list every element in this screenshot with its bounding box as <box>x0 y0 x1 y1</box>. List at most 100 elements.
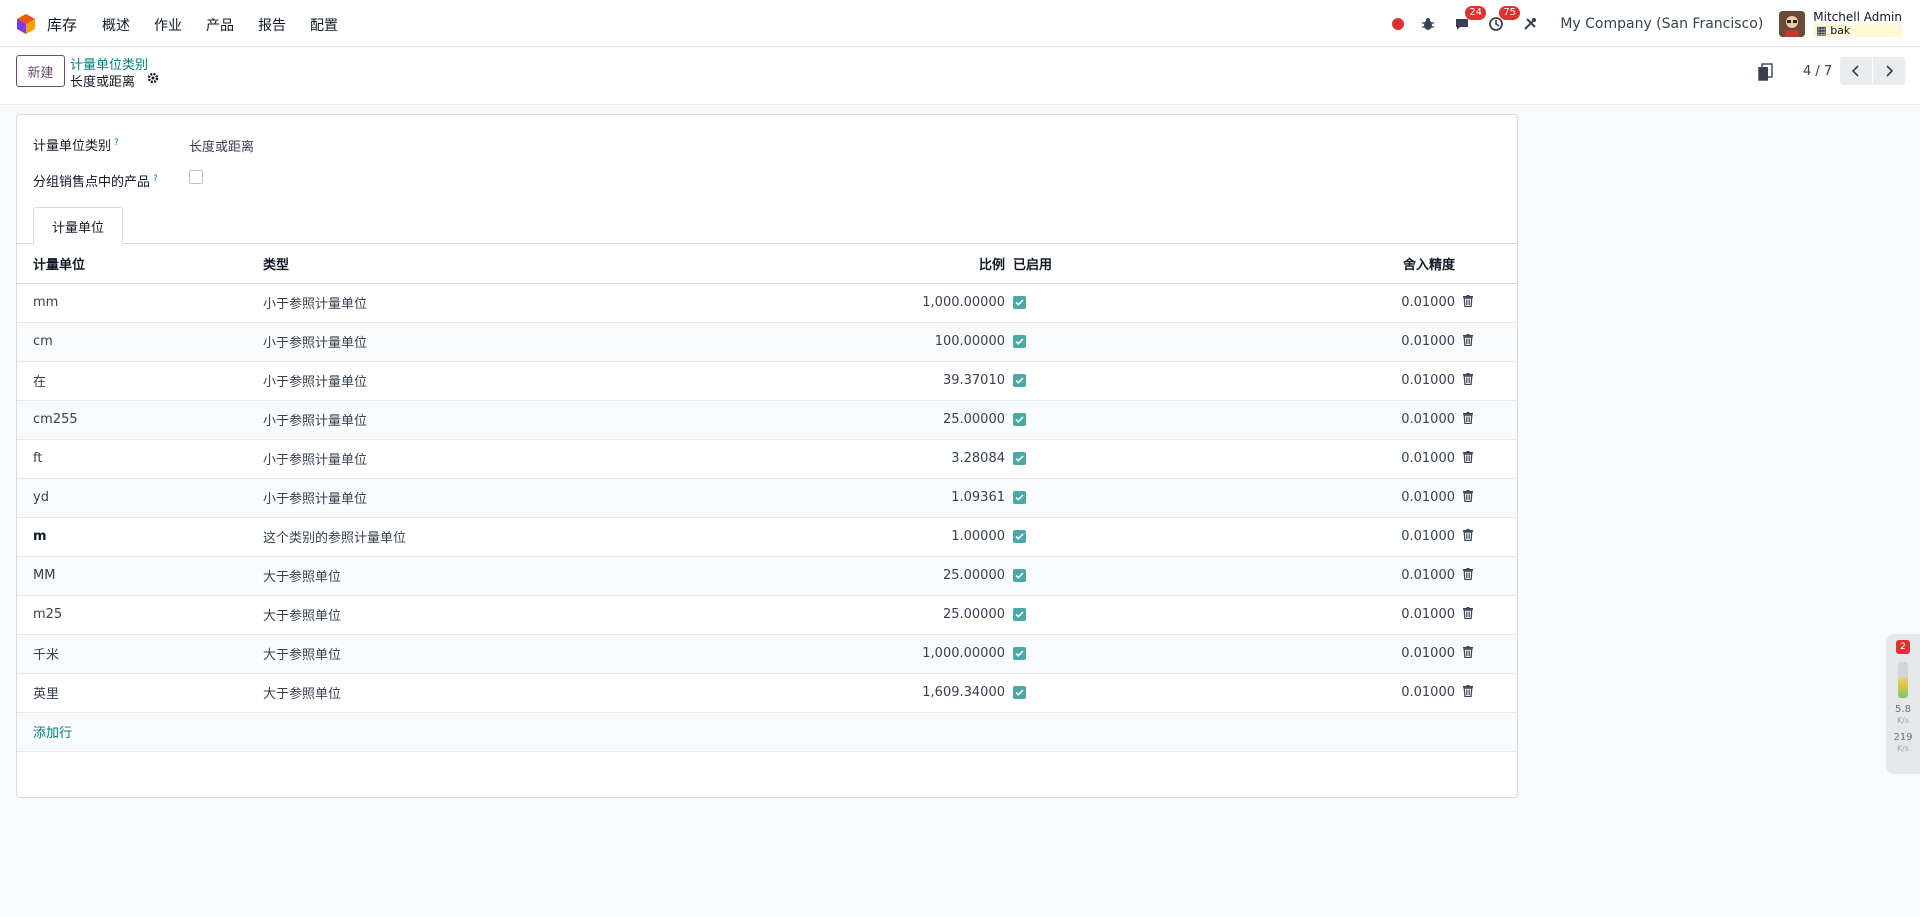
checkbox-checked-icon[interactable] <box>1013 491 1026 504</box>
uom-ratio-cell[interactable]: 1.09361 <box>783 478 1013 518</box>
uom-ratio-cell[interactable]: 3.28084 <box>783 439 1013 479</box>
uom-ratio-cell[interactable]: 1,000.00000 <box>783 283 1013 323</box>
uom-rounding-cell[interactable]: 0.01000 <box>1073 634 1463 674</box>
uom-name-cell[interactable]: 英里 <box>17 673 263 713</box>
uom-type-cell[interactable]: 这个类别的参照计量单位 <box>263 517 783 557</box>
uom-rounding-cell[interactable]: 0.01000 <box>1073 283 1463 323</box>
gear-icon[interactable] <box>147 72 159 84</box>
table-row[interactable]: 英里 大于参照单位 1,609.34000 0.01000 <box>17 673 1517 713</box>
menu-item-products[interactable]: 产品 <box>206 15 234 35</box>
uom-rounding-cell[interactable]: 0.01000 <box>1073 400 1463 440</box>
uom-type-cell[interactable]: 小于参照计量单位 <box>263 478 783 518</box>
column-header-ratio[interactable]: 比例 <box>783 245 1013 284</box>
uom-name-cell[interactable]: 千米 <box>17 634 263 674</box>
trash-icon[interactable] <box>1463 528 1473 541</box>
table-row[interactable]: cm255 小于参照计量单位 25.00000 0.01000 <box>17 400 1517 440</box>
trash-icon[interactable] <box>1463 333 1473 346</box>
pager-next-button[interactable] <box>1873 57 1905 85</box>
category-field[interactable]: 长度或距离 <box>189 136 254 155</box>
company-switcher[interactable]: My Company (San Francisco) <box>1560 16 1763 32</box>
trash-icon[interactable] <box>1463 567 1473 580</box>
trash-icon[interactable] <box>1463 606 1473 619</box>
uom-type-cell[interactable]: 大于参照单位 <box>263 595 783 635</box>
uom-type-cell[interactable]: 大于参照单位 <box>263 556 783 596</box>
trash-icon[interactable] <box>1463 372 1473 385</box>
checkbox-checked-icon[interactable] <box>1013 569 1026 582</box>
user-avatar[interactable] <box>1779 10 1806 37</box>
network-speed-widget[interactable]: 2 5.8 K/s 219 K/s <box>1886 634 1920 774</box>
new-button[interactable]: 新建 <box>16 55 65 87</box>
table-row[interactable]: mm 小于参照计量单位 1,000.00000 0.01000 <box>17 283 1517 323</box>
uom-active-cell[interactable] <box>1013 439 1073 479</box>
uom-active-cell[interactable] <box>1013 556 1073 596</box>
uom-rounding-cell[interactable]: 0.01000 <box>1073 673 1463 713</box>
table-row[interactable]: 在小于参照计量单位 39.37010 0.01000 <box>17 361 1517 401</box>
add-line-link[interactable]: 添加行 <box>17 712 1517 752</box>
uom-type-cell[interactable]: 大于参照单位 <box>263 634 783 674</box>
table-row[interactable]: yd 小于参照计量单位 1.09361 0.01000 <box>17 478 1517 518</box>
uom-type-cell[interactable]: 小于参照计量单位 <box>263 322 783 362</box>
trash-icon[interactable] <box>1463 684 1473 697</box>
trash-icon[interactable] <box>1463 489 1473 502</box>
table-row[interactable]: ft 小于参照计量单位 3.28084 0.01000 <box>17 439 1517 479</box>
uom-rounding-cell[interactable]: 0.01000 <box>1073 517 1463 557</box>
uom-ratio-cell[interactable]: 39.37010 <box>783 361 1013 401</box>
table-row[interactable]: m25 大于参照单位 25.00000 0.01000 <box>17 595 1517 635</box>
pager-value[interactable]: 4 / 7 <box>1803 64 1832 79</box>
uom-active-cell[interactable] <box>1013 673 1073 713</box>
uom-active-cell[interactable] <box>1013 517 1073 557</box>
uom-active-cell[interactable] <box>1013 283 1073 323</box>
documents-icon[interactable] <box>1757 63 1773 81</box>
uom-name-cell[interactable]: m <box>17 517 263 557</box>
uom-rounding-cell[interactable]: 0.01000 <box>1073 478 1463 518</box>
uom-name-cell[interactable]: mm <box>17 283 263 323</box>
column-header-name[interactable]: 计量单位 <box>17 245 263 284</box>
trash-icon[interactable] <box>1463 645 1473 658</box>
menu-item-overview[interactable]: 概述 <box>102 15 130 35</box>
uom-rounding-cell[interactable]: 0.01000 <box>1073 361 1463 401</box>
uom-name-cell[interactable]: 在 <box>17 361 263 401</box>
uom-type-cell[interactable]: 小于参照计量单位 <box>263 283 783 323</box>
uom-active-cell[interactable] <box>1013 478 1073 518</box>
checkbox-checked-icon[interactable] <box>1013 452 1026 465</box>
column-header-rounding[interactable]: 舍入精度 <box>1073 245 1463 284</box>
menu-item-operations[interactable]: 作业 <box>154 15 182 35</box>
uom-type-cell[interactable]: 小于参照计量单位 <box>263 361 783 401</box>
table-row[interactable]: m 这个类别的参照计量单位 1.00000 0.01000 <box>17 517 1517 557</box>
uom-active-cell[interactable] <box>1013 361 1073 401</box>
checkbox-checked-icon[interactable] <box>1013 647 1026 660</box>
menu-item-reporting[interactable]: 报告 <box>258 15 286 35</box>
trash-icon[interactable] <box>1463 411 1473 424</box>
uom-type-cell[interactable]: 大于参照单位 <box>263 673 783 713</box>
tools-icon[interactable] <box>1520 14 1540 34</box>
uom-rounding-cell[interactable]: 0.01000 <box>1073 556 1463 596</box>
group-pos-checkbox[interactable] <box>189 170 203 184</box>
checkbox-checked-icon[interactable] <box>1013 608 1026 621</box>
uom-name-cell[interactable]: cm <box>17 322 263 362</box>
uom-ratio-cell[interactable]: 25.00000 <box>783 595 1013 635</box>
uom-name-cell[interactable]: m25 <box>17 595 263 635</box>
app-name[interactable]: 库存 <box>47 14 77 35</box>
checkbox-checked-icon[interactable] <box>1013 530 1026 543</box>
uom-name-cell[interactable]: ft <box>17 439 263 479</box>
uom-name-cell[interactable]: yd <box>17 478 263 518</box>
help-tooltip-icon[interactable]: ? <box>153 174 158 184</box>
uom-name-cell[interactable]: MM <box>17 556 263 596</box>
uom-name-cell[interactable]: cm255 <box>17 400 263 440</box>
checkbox-checked-icon[interactable] <box>1013 335 1026 348</box>
uom-active-cell[interactable] <box>1013 595 1073 635</box>
messages-icon[interactable]: 24 <box>1452 5 1487 34</box>
column-header-active[interactable]: 已启用 <box>1013 245 1073 284</box>
uom-rounding-cell[interactable]: 0.01000 <box>1073 322 1463 362</box>
uom-type-cell[interactable]: 小于参照计量单位 <box>263 400 783 440</box>
table-row[interactable]: cm 小于参照计量单位 100.00000 0.01000 <box>17 322 1517 362</box>
checkbox-checked-icon[interactable] <box>1013 296 1026 309</box>
column-header-type[interactable]: 类型 <box>263 245 783 284</box>
uom-ratio-cell[interactable]: 25.00000 <box>783 400 1013 440</box>
uom-ratio-cell[interactable]: 1,609.34000 <box>783 673 1013 713</box>
checkbox-checked-icon[interactable] <box>1013 686 1026 699</box>
tab-uom[interactable]: 计量单位 <box>33 207 123 245</box>
trash-icon[interactable] <box>1463 294 1473 307</box>
uom-type-cell[interactable]: 小于参照计量单位 <box>263 439 783 479</box>
checkbox-checked-icon[interactable] <box>1013 374 1026 387</box>
